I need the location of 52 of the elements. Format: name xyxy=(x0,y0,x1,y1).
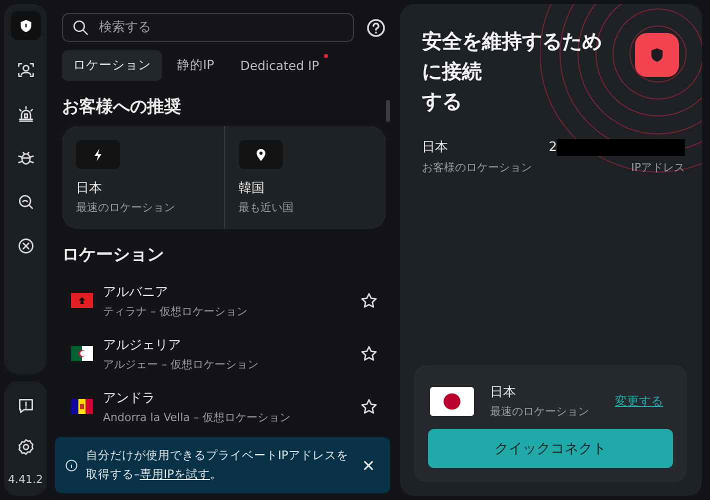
info-icon xyxy=(65,458,78,472)
try-dedicated-ip-link[interactable]: 専用IPを試す xyxy=(140,467,210,481)
tab[interactable]: ロケーション xyxy=(62,50,162,81)
location-name: 日本 xyxy=(490,384,517,401)
headline-line: する xyxy=(422,88,462,115)
search-field[interactable]: 検索する xyxy=(62,13,354,42)
flag-icon xyxy=(71,293,93,308)
location-detail: 最も近い国 xyxy=(238,200,294,215)
location-detail: Andorra la Vella – 仮想ロケーション xyxy=(103,410,292,424)
location-label: お客様のロケーション xyxy=(422,160,532,175)
location-detail: 最速のロケーション xyxy=(490,404,590,419)
version-label: 4.41.2 xyxy=(8,473,43,486)
location-name[interactable]: アンドラ xyxy=(103,388,360,406)
favorite-star-icon[interactable] xyxy=(360,344,378,362)
banner-text: 自分だけが使用できるプライベートIPアドレスを取得する–専用IPを試す。 xyxy=(86,447,350,483)
headline-line: に接続 xyxy=(422,58,482,85)
alarm-icon xyxy=(16,104,34,122)
tab[interactable]: Dedicated IP xyxy=(229,50,330,81)
section-title: お客様への推奨 xyxy=(62,96,182,118)
recommendation-item[interactable]: 日本 最速のロケーション xyxy=(62,126,224,229)
flag-icon xyxy=(71,399,93,414)
favorite-star-icon[interactable] xyxy=(360,292,378,310)
shield-button[interactable] xyxy=(10,11,40,40)
location-detail: アルジェー – 仮想ロケーション xyxy=(103,356,260,372)
face-scan-icon xyxy=(16,60,34,78)
block-icon xyxy=(16,236,34,254)
location-detail: 最速のロケーション xyxy=(76,200,176,215)
flag-icon xyxy=(430,386,474,416)
scrollbar xyxy=(386,100,390,122)
location-name: 日本 xyxy=(76,180,103,197)
location-name[interactable]: アルバニア xyxy=(103,282,360,300)
help-button[interactable] xyxy=(366,18,386,38)
tab[interactable]: 静的IP xyxy=(166,50,226,81)
ip-address-value: 2 xyxy=(548,140,557,154)
location-name[interactable]: アルジェリア xyxy=(103,336,360,354)
quick-connect-button[interactable]: クイックコネクト xyxy=(428,429,673,468)
headline-line: 安全を維持するため xyxy=(422,28,602,55)
location-value: 日本 xyxy=(422,139,449,156)
section-title: ロケーション xyxy=(62,244,165,266)
change-link[interactable]: 変更する xyxy=(615,392,663,410)
location-detail: ティラナ – 仮想ロケーション xyxy=(103,304,248,318)
feedback-icon xyxy=(16,396,34,414)
location-pin-icon xyxy=(254,148,268,162)
flag-icon xyxy=(71,346,93,361)
favorite-star-icon[interactable] xyxy=(360,398,378,416)
shield-icon xyxy=(18,18,32,32)
settings-icon xyxy=(16,438,34,456)
connect-shield-button[interactable] xyxy=(635,33,679,77)
search-icon xyxy=(72,19,89,36)
magnifier-icon xyxy=(16,192,34,210)
recommendation-item[interactable]: 韓国 最も近い国 xyxy=(224,126,386,229)
location-name: 韓国 xyxy=(238,180,266,197)
